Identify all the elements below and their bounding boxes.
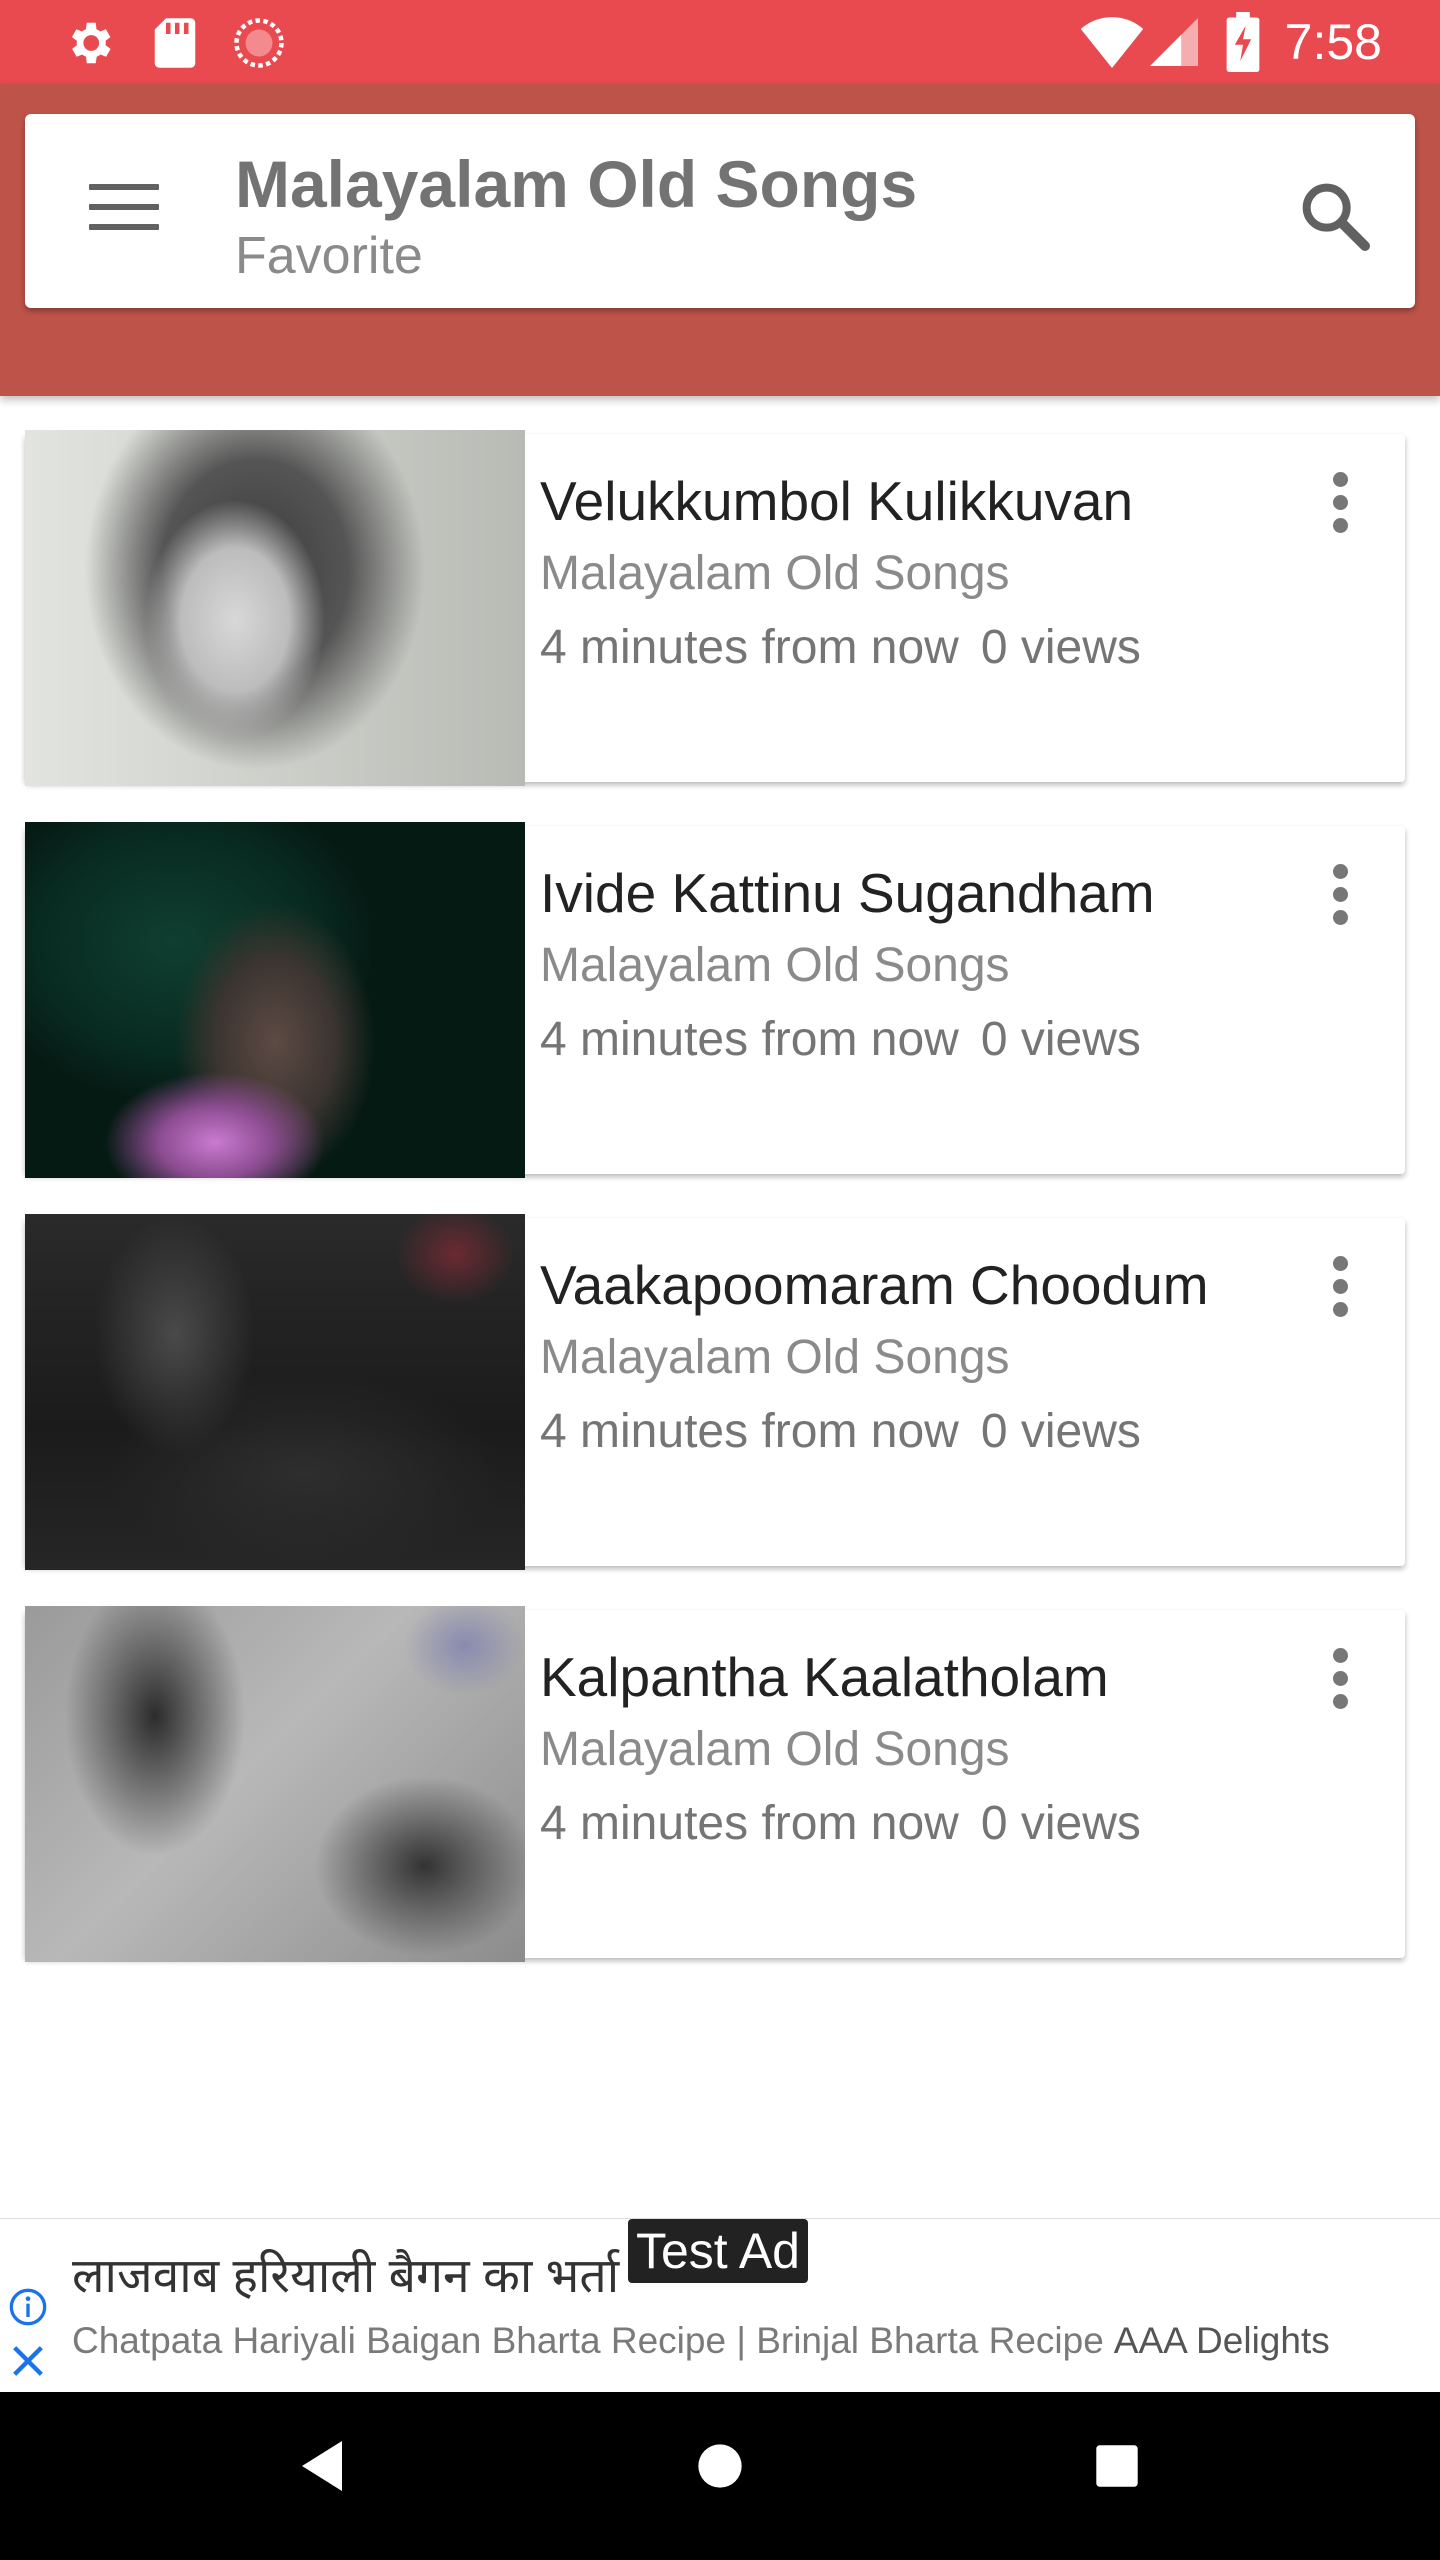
- more-options-icon[interactable]: [1325, 1648, 1355, 1712]
- song-meta: 4 minutes from now 0 views: [540, 1010, 1141, 1070]
- song-channel: Malayalam Old Songs: [540, 939, 1010, 992]
- song-card[interactable]: Vaakapoomaram Choodum Malayalam Old Song…: [25, 1214, 1405, 1570]
- search-icon[interactable]: [1295, 176, 1375, 256]
- settings-icon: [71, 22, 111, 64]
- song-title: Velukkumbol Kulikkuvan: [540, 470, 1134, 532]
- signal-icon: [1150, 18, 1198, 66]
- ad-advertiser: AAA Delights: [1113, 2320, 1330, 2361]
- song-card[interactable]: Velukkumbol Kulikkuvan Malayalam Old Son…: [25, 430, 1405, 786]
- search-toolbar: Malayalam Old Songs Favorite: [25, 114, 1415, 308]
- song-channel: Malayalam Old Songs: [540, 547, 1010, 600]
- ad-headline[interactable]: लाजवाब हरियाली बैगन का भर्ता: [72, 2249, 619, 2305]
- page-title: Malayalam Old Songs: [235, 147, 918, 221]
- status-bar: 7:58: [0, 0, 1440, 84]
- song-views: 0 views: [980, 1405, 1141, 1458]
- song-title: Kalpantha Kaalatholam: [540, 1646, 1109, 1708]
- test-ad-badge: Test Ad: [628, 2219, 808, 2283]
- sync-icon: [234, 18, 284, 68]
- song-thumbnail[interactable]: [25, 430, 525, 786]
- recents-icon[interactable]: [1094, 2436, 1140, 2496]
- more-options-icon[interactable]: [1325, 864, 1355, 928]
- more-options-icon[interactable]: [1325, 1256, 1355, 1320]
- song-thumbnail[interactable]: [25, 1606, 525, 1962]
- song-meta: 4 minutes from now 0 views: [540, 1402, 1141, 1462]
- close-icon[interactable]: [8, 2341, 48, 2381]
- page-subtitle: Favorite: [235, 227, 423, 285]
- song-channel: Malayalam Old Songs: [540, 1723, 1010, 1776]
- more-options-icon[interactable]: [1325, 472, 1355, 536]
- song-meta: 4 minutes from now 0 views: [540, 1794, 1141, 1854]
- song-card[interactable]: Kalpantha Kaalatholam Malayalam Old Song…: [25, 1606, 1405, 1962]
- clock: 7:58: [1284, 14, 1382, 70]
- song-time: 4 minutes from now: [540, 1405, 959, 1458]
- song-title: Vaakapoomaram Choodum: [540, 1254, 1209, 1316]
- home-icon[interactable]: [694, 2436, 746, 2496]
- song-thumbnail[interactable]: [25, 822, 525, 1178]
- battery-charging-icon: [1226, 12, 1260, 72]
- back-icon[interactable]: [296, 2436, 348, 2496]
- ad-banner[interactable]: लाजवाब हरियाली बैगन का भर्ता Chatpata Ha…: [0, 2218, 1440, 2393]
- song-views: 0 views: [980, 1013, 1141, 1066]
- hamburger-menu-icon[interactable]: [89, 184, 159, 238]
- navigation-bar: [0, 2392, 1440, 2560]
- ad-description-text: Chatpata Hariyali Baigan Bharta Recipe |…: [72, 2320, 1104, 2361]
- song-time: 4 minutes from now: [540, 1797, 959, 1850]
- wifi-icon: [1080, 17, 1144, 68]
- sd-card-icon: [154, 18, 196, 68]
- song-time: 4 minutes from now: [540, 621, 959, 674]
- song-channel: Malayalam Old Songs: [540, 1331, 1010, 1384]
- song-time: 4 minutes from now: [540, 1013, 959, 1066]
- song-title: Ivide Kattinu Sugandham: [540, 862, 1155, 924]
- ad-description[interactable]: Chatpata Hariyali Baigan Bharta Recipe |…: [72, 2319, 1330, 2363]
- song-meta: 4 minutes from now 0 views: [540, 618, 1141, 678]
- song-views: 0 views: [980, 621, 1141, 674]
- info-icon[interactable]: [8, 2287, 48, 2327]
- song-views: 0 views: [980, 1797, 1141, 1850]
- song-thumbnail[interactable]: [25, 1214, 525, 1570]
- song-card[interactable]: Ivide Kattinu Sugandham Malayalam Old So…: [25, 822, 1405, 1178]
